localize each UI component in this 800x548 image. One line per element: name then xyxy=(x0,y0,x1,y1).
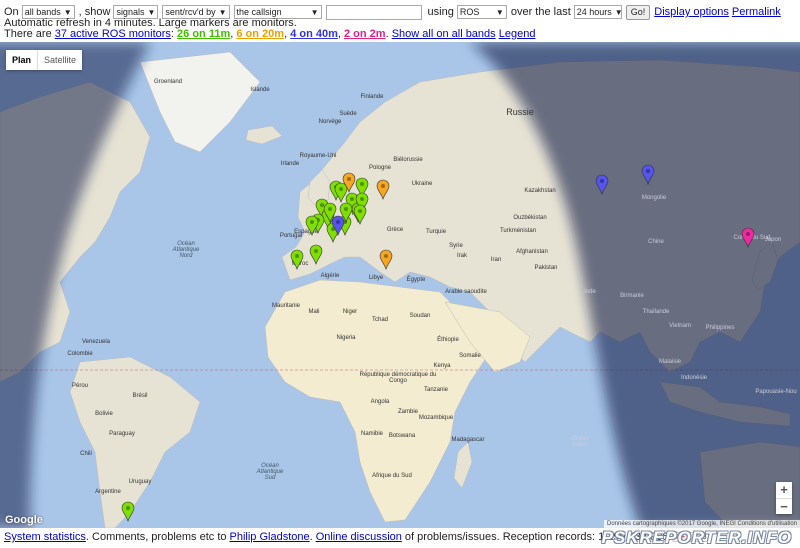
band-2m-link[interactable]: 2 on 2m xyxy=(344,28,386,40)
marker-40m[interactable] xyxy=(641,164,655,185)
summary-sep: : xyxy=(170,28,174,40)
marker-pin-dot xyxy=(384,254,388,258)
chevron-down-icon: ▼ xyxy=(614,7,623,17)
map-attribution[interactable]: Données cartographiques ©2017 Google, IN… xyxy=(603,520,800,528)
band-20m-link[interactable]: 6 on 20m xyxy=(236,28,284,40)
marker-11m[interactable] xyxy=(353,204,367,225)
over-label: over the last xyxy=(510,6,571,18)
marker-pin-shape xyxy=(305,215,319,236)
marker-11m[interactable] xyxy=(121,501,135,522)
using-label: using xyxy=(427,6,454,18)
marker-20m[interactable] xyxy=(379,249,393,270)
chevron-down-icon: ▼ xyxy=(218,7,227,17)
band-11m-link[interactable]: 26 on 11m xyxy=(177,28,230,40)
marker-pin-shape xyxy=(334,182,348,203)
band-40m-link[interactable]: 4 on 40m xyxy=(290,28,338,40)
marker-pin-shape xyxy=(309,244,323,265)
marker-pin-dot xyxy=(339,187,343,191)
author-link[interactable]: Philip Gladstone xyxy=(230,531,310,543)
legend-link[interactable]: Legend xyxy=(499,28,536,40)
map-type-control: Plan Satellite xyxy=(6,50,83,70)
system-statistics-link[interactable]: System statistics xyxy=(4,531,86,543)
zoom-out-button[interactable]: − xyxy=(776,498,792,514)
callsign-select-value: the callsign xyxy=(236,7,282,17)
sentrcvd-select-value: sent/rcv'd by xyxy=(165,7,216,17)
summary-prefix: There are xyxy=(4,28,52,40)
go-button[interactable]: Go! xyxy=(625,4,651,20)
show-all-link[interactable]: Show all on all bands xyxy=(392,28,496,40)
map-type-plan-button[interactable]: Plan xyxy=(6,50,37,70)
zoom-in-button[interactable]: + xyxy=(776,482,792,498)
footer-dot: . xyxy=(309,531,313,543)
signals-select-value: signals xyxy=(116,7,145,17)
marker-40m[interactable] xyxy=(595,174,609,195)
permalink-link[interactable]: Permalink xyxy=(732,6,781,18)
marker-pin-dot xyxy=(360,197,364,201)
marker-pin-dot xyxy=(344,207,348,211)
marker-pin-dot xyxy=(350,197,354,201)
pskreporter-logo: PSKREPORTER.INFO xyxy=(601,528,792,547)
marker-pin-dot xyxy=(320,203,324,207)
marker-pin-dot xyxy=(310,220,314,224)
zoom-control: + − xyxy=(776,482,792,514)
marker-pin-dot xyxy=(328,207,332,211)
display-options-link[interactable]: Display options xyxy=(654,6,729,18)
period-select[interactable]: 24 hours ▼ xyxy=(573,5,623,19)
marker-pin-shape xyxy=(121,501,135,522)
online-discussion-link[interactable]: Online discussion xyxy=(316,531,402,543)
monitor-summary: There are 37 active ROS monitors: 26 on … xyxy=(4,28,535,40)
marker-pin-dot xyxy=(646,169,650,173)
marker-pin-dot xyxy=(336,220,340,224)
marker-pin-dot xyxy=(314,249,318,253)
marker-pin-shape xyxy=(290,249,304,270)
marker-pin-dot xyxy=(126,506,130,510)
period-select-value: 24 hours xyxy=(576,7,612,17)
marker-pin-shape xyxy=(641,164,655,185)
callsign-input[interactable] xyxy=(325,4,422,20)
marker-20m[interactable] xyxy=(376,179,390,200)
google-logo: Google xyxy=(5,514,43,526)
marker-pin-shape xyxy=(741,227,755,248)
marker-pin-shape xyxy=(595,174,609,195)
chevron-down-icon: ▼ xyxy=(147,7,156,17)
marker-pin-shape xyxy=(353,204,367,225)
active-monitors-link[interactable]: 37 active ROS monitors xyxy=(55,28,171,40)
marker-11m[interactable] xyxy=(334,182,348,203)
marker-pin-dot xyxy=(746,232,750,236)
chevron-down-icon: ▼ xyxy=(495,7,504,17)
marker-2m[interactable] xyxy=(741,227,755,248)
marker-pin-dot xyxy=(600,179,604,183)
marker-11m[interactable] xyxy=(305,215,319,236)
marker-pin-shape xyxy=(376,179,390,200)
mode-select[interactable]: ROS ▼ xyxy=(456,5,507,19)
marker-pin-dot xyxy=(360,182,364,186)
chevron-down-icon: ▼ xyxy=(63,7,72,17)
world-map[interactable]: Groenland Islande Finlande Suède Norvège… xyxy=(0,42,800,528)
mode-select-value: ROS xyxy=(459,7,480,17)
chevron-down-icon: ▼ xyxy=(310,7,319,17)
band-select-value: all bands xyxy=(24,7,61,17)
markers-layer xyxy=(121,164,755,522)
comments-text: . Comments, problems etc to xyxy=(85,531,227,543)
marker-pin-dot xyxy=(347,177,351,181)
marker-11m[interactable] xyxy=(309,244,323,265)
marker-pin-dot xyxy=(295,254,299,258)
marker-pin-dot xyxy=(381,184,385,188)
marker-pin-shape xyxy=(379,249,393,270)
marker-11m[interactable] xyxy=(290,249,304,270)
map-type-satellite-button[interactable]: Satellite xyxy=(37,50,82,70)
marker-pin-dot xyxy=(358,209,362,213)
